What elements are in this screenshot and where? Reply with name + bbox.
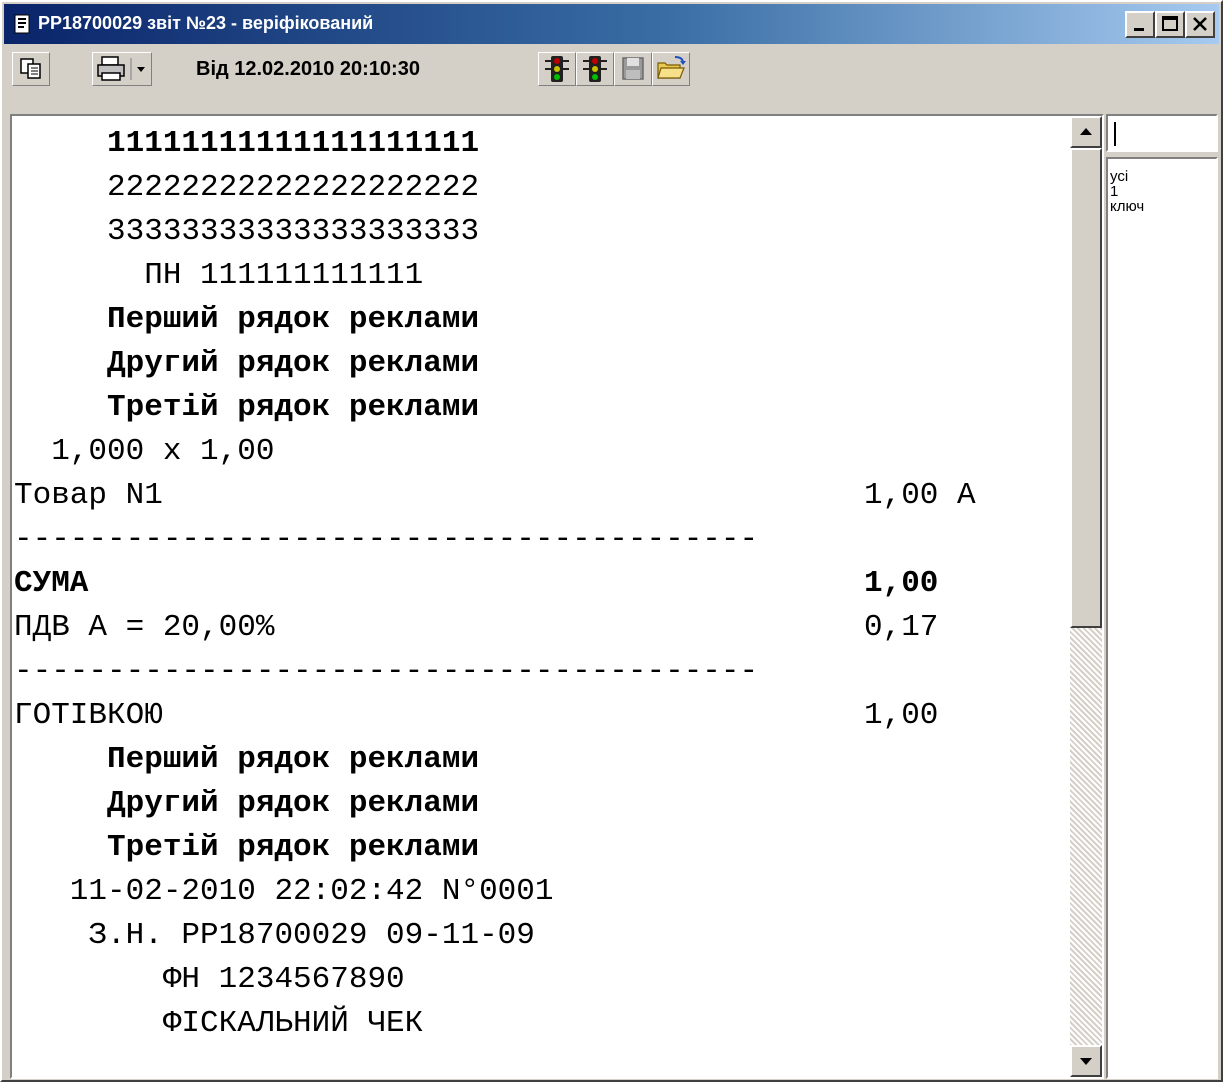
receipt-line: СУМА 1,00 [14,562,938,606]
receipt-line-text: З.Н. PP18700029 09-11-09 [14,918,535,953]
receipt-line: ПДВ А = 20,00% 0,17 [14,606,938,650]
receipt-line: З.Н. PP18700029 09-11-09 [14,914,535,958]
title-bar[interactable]: PP18700029 звіт №23 - веріфікований [4,4,1219,44]
close-button[interactable] [1185,11,1215,38]
receipt-line: 1,000 x 1,00 [14,430,274,474]
receipt-line-text: Перший рядок реклами [14,742,480,777]
receipt-line-text: 11111111111111111111 [14,126,480,161]
receipt-line: ГОТІВКОЮ 1,00 [14,694,938,738]
close-icon [1193,17,1207,31]
toolbar: Від 12.02.2010 20:10:30 [4,46,1219,92]
receipt-line-text: 22222222222222222222 [14,170,480,205]
filter-list[interactable]: усі 1 ключ [1106,157,1218,1079]
maximize-icon [1162,16,1178,31]
receipt-line: 11111111111111111111 [14,122,479,166]
receipt-line: ---------------------------------------- [14,518,758,562]
receipt-view[interactable]: 11111111111111111111 2222222222222222222… [10,114,1104,1079]
filter-item-1[interactable]: 1 [1108,184,1144,199]
receipt-line-amount: 1,00 [864,566,939,601]
filter-item-all[interactable]: усі [1108,169,1144,184]
minimize-button[interactable] [1125,11,1155,38]
receipt-line: Третій рядок реклами [14,386,479,430]
receipt-line: 33333333333333333333 [14,210,479,254]
receipt-line: ФН 1234567890 [14,958,405,1002]
receipt-line-text: Товар N1 [14,478,163,513]
receipt-line-text: 11-02-2010 22:02:42 N°0001 [14,874,554,909]
receipt-line-text: Перший рядок реклами [14,302,480,337]
copy-button[interactable] [12,52,50,86]
receipt-line: Третій рядок реклами [14,826,479,870]
receipt-line-text: ---------------------------------------- [14,522,759,557]
arrow-down-icon [1080,1058,1092,1065]
receipt-line: Товар N1 1,00 А [14,474,976,518]
receipt-line: Перший рядок реклами [14,298,479,342]
receipt-line-text: СУМА [14,566,89,601]
open-folder-icon [657,56,686,79]
receipt-line-text: ПН 111111111111 [14,258,424,293]
save-icon [622,57,644,80]
report-date-label: Від 12.02.2010 20:10:30 [196,58,420,80]
print-icon [97,56,125,81]
receipt-line-text: ПДВ А = 20,00% [14,610,275,645]
filter-input[interactable] [1106,114,1218,152]
receipt-line-text: 1,000 x 1,00 [14,434,275,469]
print-button[interactable] [92,52,152,86]
traffic-light-icon [583,56,607,82]
receipt-line: 22222222222222222222 [14,166,479,210]
traffic-light-button-2[interactable] [576,52,614,86]
text-caret [1114,122,1116,146]
receipt-line-amount: 1,00 [864,698,939,733]
report-window: PP18700029 звіт №23 - веріфікований Від … [0,0,1223,1082]
receipt-line-amount: 0,17 [864,610,939,645]
copy-icon [20,58,41,79]
receipt-line: Другий рядок реклами [14,782,479,826]
open-button[interactable] [652,52,690,86]
traffic-light-button-1[interactable] [538,52,576,86]
receipt-line-text: Третій рядок реклами [14,830,480,865]
receipt-line: Другий рядок реклами [14,342,479,386]
traffic-light-icon [545,56,569,82]
receipt-line-text: 33333333333333333333 [14,214,480,249]
receipt-line: ПН 111111111111 [14,254,423,298]
receipt-line: ---------------------------------------- [14,650,758,694]
receipt-line-amount: 1,00 А [864,478,976,513]
receipt-line-text: Третій рядок реклами [14,390,480,425]
receipt-line-text: ГОТІВКОЮ [14,698,163,733]
dropdown-arrow-icon [137,67,145,72]
scroll-down-button[interactable] [1070,1045,1102,1077]
receipt-line: Перший рядок реклами [14,738,479,782]
window-title: PP18700029 звіт №23 - веріфікований [38,13,374,33]
minimize-icon [1134,28,1144,31]
save-button[interactable] [614,52,652,86]
receipt-line: 11-02-2010 22:02:42 N°0001 [14,870,554,914]
app-icon [14,14,30,34]
arrow-up-icon [1080,128,1092,135]
receipt-line: ФІСКАЛЬНИЙ ЧЕК [14,1002,423,1046]
receipt-line-text: ---------------------------------------- [14,654,759,689]
receipt-line-text: ФІСКАЛЬНИЙ ЧЕК [14,1006,424,1041]
vertical-scrollbar[interactable] [1070,116,1102,1077]
filter-item-key[interactable]: ключ [1108,199,1144,214]
receipt-line-text: ФН 1234567890 [14,962,405,997]
receipt-line-text: Другий рядок реклами [14,346,480,381]
scroll-thumb[interactable] [1070,148,1102,628]
maximize-button[interactable] [1155,11,1185,38]
receipt-line-text: Другий рядок реклами [14,786,480,821]
scroll-up-button[interactable] [1070,116,1102,148]
